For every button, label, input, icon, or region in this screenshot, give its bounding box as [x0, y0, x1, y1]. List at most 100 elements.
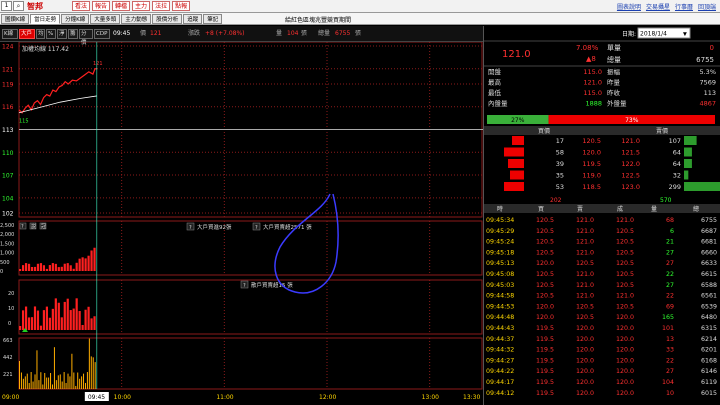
- stat-label2: 昨量: [607, 78, 621, 87]
- volume-bar: [57, 375, 59, 389]
- volume-bar: [34, 374, 36, 389]
- stat-label: 內盤量: [488, 99, 508, 108]
- toolbar-link-1[interactable]: 交易攝星: [646, 2, 670, 11]
- toolbar-button-0[interactable]: 看法: [72, 1, 91, 11]
- stock-name: 智邦: [27, 2, 43, 11]
- tick-time: 09:44:22: [486, 368, 514, 375]
- retail-bar: [51, 308, 54, 330]
- intraday-chart[interactable]: 124 121 119 116 113 110 107 104 102 加權均線 117.42 12…: [0, 41, 483, 405]
- bid-volume: 35: [556, 172, 564, 180]
- tick-total: 6561: [701, 293, 717, 300]
- bid-price: 119.0: [582, 172, 601, 180]
- ask-volume: 32: [673, 172, 681, 180]
- volume-bar: [77, 372, 79, 389]
- chart-panel-frame: [18, 337, 483, 390]
- toolbar-link-2[interactable]: 行事曆: [675, 2, 693, 11]
- tick-total: 6480: [701, 314, 717, 321]
- price-tick-label: 116: [2, 104, 14, 111]
- mode-button-6[interactable]: 分價: [79, 29, 93, 46]
- ask-depth-bar: [684, 136, 697, 145]
- panel2-icon: ?: [21, 224, 24, 230]
- tick-time: 09:44:17: [486, 379, 514, 386]
- chart-canvas[interactable]: 124 121 119 116 113 110 107 104 102 加權均線 117.42 12…: [0, 41, 483, 405]
- ticks-header-cell: 賣: [577, 205, 583, 213]
- toolbar-button-1[interactable]: 報告: [92, 1, 111, 11]
- ask-price: 123.0: [621, 183, 640, 191]
- mode-button-4[interactable]: 淨: [57, 29, 67, 39]
- netbuy-bar: [66, 263, 69, 271]
- toolbar-button-2[interactable]: 轉檔: [112, 1, 131, 11]
- volume-bar: [40, 372, 42, 389]
- volume-bar: [28, 382, 30, 389]
- tab-0[interactable]: 圖鑽K線: [1, 14, 30, 24]
- bid-volume: 17: [556, 137, 564, 145]
- tick-time: 09:44:37: [486, 336, 514, 343]
- volume-bar: [61, 381, 63, 389]
- ask-volume: 64: [673, 149, 681, 157]
- tick-volume: 22: [666, 293, 674, 300]
- tick-volume: 27: [666, 368, 674, 375]
- volume-bar: [24, 376, 26, 389]
- mode-button-7[interactable]: CDP: [94, 29, 110, 39]
- volume-bar: [50, 372, 52, 389]
- mode-button-1[interactable]: 大戶: [19, 29, 35, 39]
- bid-price: 118.5: [582, 183, 601, 191]
- retail-bar: [45, 306, 48, 330]
- tick-time: 09:44:43: [486, 325, 514, 332]
- volume-bar: [42, 384, 44, 389]
- volume-bar: [19, 361, 20, 389]
- ask-volume: 64: [673, 160, 681, 168]
- search-icon[interactable]: ⌕: [13, 1, 24, 11]
- panel4-tick-label: 221: [3, 372, 13, 378]
- mode-button-0[interactable]: K線: [2, 29, 18, 39]
- volume-bar: [53, 347, 55, 389]
- bid-volume: 58: [556, 149, 564, 157]
- tick-time: 09:44:53: [486, 303, 514, 310]
- tab-4[interactable]: 主力動態: [121, 14, 152, 24]
- ratio-red-label: 73%: [625, 117, 639, 124]
- tick-volume: 101: [662, 325, 674, 332]
- toolbar-button-3[interactable]: 主力: [132, 1, 151, 11]
- tick-total: 6660: [701, 249, 717, 256]
- tick-volume: 27: [666, 249, 674, 256]
- tab-1[interactable]: 當日走勢: [30, 14, 61, 24]
- bid-depth-bar: [512, 136, 524, 145]
- toolbar-link-0[interactable]: 圖表說明: [617, 2, 641, 11]
- tab-7[interactable]: 筆記: [203, 14, 223, 24]
- tick-time: 09:45:08: [486, 271, 514, 278]
- tick-total: 6315: [701, 325, 717, 332]
- quote-arrow: ▲8: [586, 55, 596, 63]
- tab-5[interactable]: 股價分析: [152, 14, 183, 24]
- time-tick-label: 13:30: [463, 394, 480, 401]
- ask-depth-bar: [684, 182, 720, 191]
- top-toolbar: 1 ⌕ 智邦 看法 報告 轉檔 主力 法拉 點報 圖表說明 交易攝星 行事曆 回頂端: [0, 0, 720, 13]
- toolbar-link-3[interactable]: 回頂端: [698, 2, 716, 11]
- quote-price: 121.0: [502, 49, 531, 60]
- tab-3[interactable]: 大量多頭: [90, 14, 121, 24]
- mode-button-3[interactable]: %: [46, 29, 56, 39]
- buy-total: 202: [550, 197, 562, 204]
- stock-selector[interactable]: 1: [1, 1, 12, 11]
- tick-price: 120.0: [616, 357, 634, 364]
- ratio-green-label: 27%: [511, 117, 525, 124]
- tick-bid: 120.0: [536, 314, 554, 321]
- toolbar-button-5[interactable]: 點報: [172, 1, 191, 11]
- tab-6[interactable]: 追蹤: [183, 14, 203, 24]
- mode-button-2[interactable]: 均: [36, 29, 45, 39]
- tick-total: 6539: [701, 303, 717, 310]
- ticks-header-cell: 總: [693, 205, 699, 213]
- netbuy-bar: [19, 269, 22, 271]
- tab-2[interactable]: 分鐘K線: [61, 14, 90, 24]
- netbuy-bar: [81, 257, 84, 271]
- retail-bar: [84, 309, 87, 330]
- tick-bid: 120.5: [536, 228, 554, 235]
- panel2-icon: 説: [31, 223, 36, 230]
- high-label: 121: [93, 61, 103, 67]
- total-label: 總量: [318, 30, 331, 37]
- tick-bid: 120.5: [536, 282, 554, 289]
- annotation-b: 大戶買賣超2571 張: [263, 223, 312, 231]
- mode-button-5[interactable]: 籌: [68, 29, 78, 39]
- toolbar-button-4[interactable]: 法拉: [152, 1, 171, 11]
- tick-price: 120.0: [616, 390, 634, 397]
- tick-volume: 21: [666, 239, 674, 246]
